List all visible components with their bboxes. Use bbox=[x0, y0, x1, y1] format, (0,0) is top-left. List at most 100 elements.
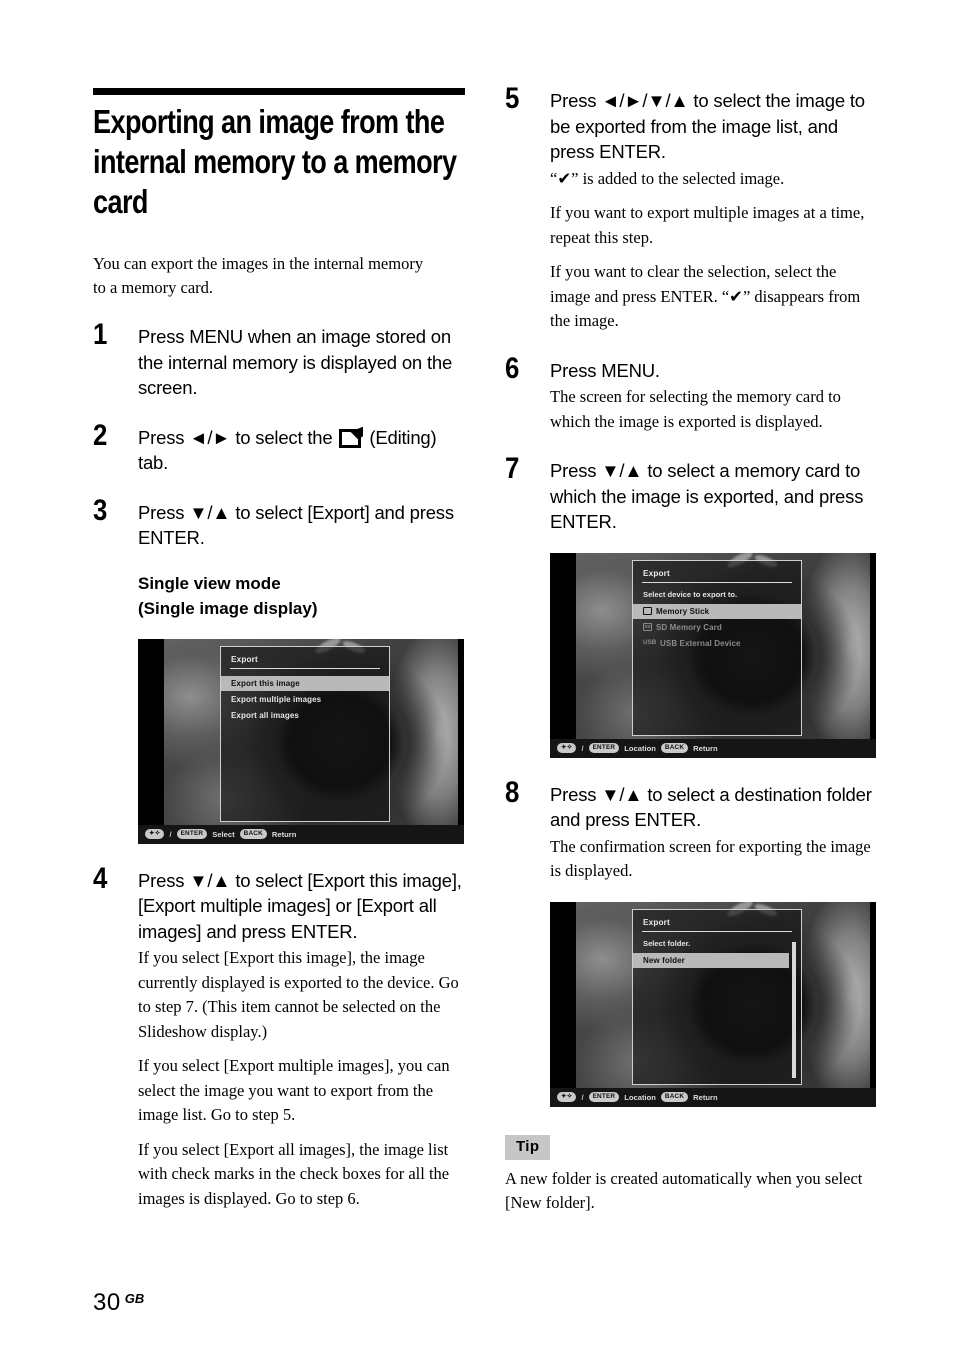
menu-title: Export bbox=[231, 654, 258, 664]
status-bar: ✦✧ / ENTER Location BACK Return bbox=[550, 738, 876, 758]
step-number: 6 bbox=[505, 351, 520, 385]
menu-item-export-multiple-images[interactable]: Export multiple images bbox=[221, 691, 389, 707]
step-heading: Press ◄/► to select the (Editing) tab. bbox=[138, 425, 465, 476]
updown-arrows-icon: ✦✧ bbox=[557, 1092, 577, 1102]
step-paragraph: The confirmation screen for exporting th… bbox=[550, 836, 871, 881]
back-action-label: Return bbox=[693, 743, 718, 753]
screenshot-select-folder: Export Select folder. New folder ✦✧ / EN… bbox=[550, 901, 876, 1107]
intro-paragraph: You can export the images in the interna… bbox=[93, 254, 424, 297]
page-locale: GB bbox=[124, 1291, 145, 1306]
step-heading: Press ▼/▲ to select a memory card to whi… bbox=[550, 460, 864, 532]
step-number: 7 bbox=[505, 452, 520, 485]
updown-arrows-icon: ✦✧ bbox=[145, 829, 165, 839]
step-paragraph: If you select [Export multiple images], … bbox=[138, 1056, 450, 1124]
menu-item-label: Memory Stick bbox=[656, 606, 710, 616]
enter-action-label: Location bbox=[624, 743, 656, 753]
step-paragraph: “✔” is added to the selected image. bbox=[550, 168, 785, 188]
status-bar: ✦✧ / ENTER Select BACK Return bbox=[138, 824, 464, 844]
export-menu-panel: Export Export this image Export multiple… bbox=[220, 645, 390, 822]
tip-label: Tip bbox=[505, 1134, 551, 1160]
memory-stick-icon bbox=[643, 607, 652, 616]
step-number: 2 bbox=[93, 418, 108, 452]
step-paragraph: If you want to clear the selection, sele… bbox=[550, 262, 861, 330]
back-action-label: Return bbox=[271, 829, 297, 839]
step-4: 4 Press ▼/▲ to select [Export this image… bbox=[93, 862, 465, 1212]
back-key-badge: BACK bbox=[660, 743, 689, 753]
step-2: 2 Press ◄/► to select the (Editing) tab. bbox=[93, 419, 465, 476]
menu-item-label: Export all images bbox=[231, 710, 299, 720]
right-column: 5 Press ◄/►/▼/▲ to select the image to b… bbox=[505, 82, 877, 1215]
screenshot-select-device: Export Select device to export to. Memor… bbox=[550, 552, 876, 758]
single-view-mode-subheading: Single view mode (Single image display) bbox=[138, 573, 318, 618]
step-6: 6 Press MENU. The screen for selecting t… bbox=[505, 352, 877, 435]
step-8: 8 Press ▼/▲ to select a destination fold… bbox=[505, 776, 877, 1107]
step-3: 3 Press ▼/▲ to select [Export] and press… bbox=[93, 494, 465, 844]
step-number: 1 bbox=[93, 318, 108, 351]
step-paragraph: The screen for selecting the memory card… bbox=[550, 387, 841, 431]
menu-item-label: SD Memory Card bbox=[656, 622, 722, 632]
updown-arrows-icon: ✦✧ bbox=[557, 743, 577, 753]
left-column: Exporting an image from the internal mem… bbox=[93, 88, 465, 1211]
enter-key-badge: ENTER bbox=[588, 1092, 620, 1102]
status-slash: / bbox=[581, 743, 584, 753]
page-title: Exporting an image from the internal mem… bbox=[93, 103, 457, 220]
step-7: 7 Press ▼/▲ to select a memory card to w… bbox=[505, 452, 877, 758]
step-heading: Press ◄/►/▼/▲ to select the image to be … bbox=[550, 90, 865, 162]
menu-item-usb-external-device[interactable]: USB USB External Device bbox=[633, 635, 801, 651]
menu-divider bbox=[642, 581, 792, 583]
back-key-badge: BACK bbox=[239, 829, 267, 839]
menu-item-label: Export multiple images bbox=[231, 694, 322, 704]
step-heading: Press MENU. bbox=[550, 359, 660, 381]
title-rule bbox=[93, 88, 465, 95]
status-slash: / bbox=[169, 829, 172, 839]
step-heading-part-a: Press ◄/► to select the bbox=[138, 426, 338, 448]
menu-caption: Select folder. bbox=[643, 938, 691, 948]
menu-item-new-folder[interactable]: New folder bbox=[633, 952, 789, 969]
step-number: 3 bbox=[93, 493, 108, 527]
step-5: 5 Press ◄/►/▼/▲ to select the image to b… bbox=[505, 82, 877, 334]
menu-item-export-all-images[interactable]: Export all images bbox=[221, 707, 389, 723]
screenshot-export-menu: Export Export this image Export multiple… bbox=[138, 638, 464, 844]
sd-card-icon: SD bbox=[643, 623, 652, 632]
editing-tab-icon bbox=[339, 426, 364, 448]
menu-divider bbox=[642, 930, 792, 932]
enter-action-label: Location bbox=[624, 1092, 656, 1102]
select-folder-panel: Export Select folder. New folder bbox=[632, 908, 802, 1085]
menu-caption: Select device to export to. bbox=[643, 589, 738, 599]
menu-title: Export bbox=[643, 568, 670, 578]
menu-item-label: New folder bbox=[643, 955, 685, 965]
step-number: 4 bbox=[93, 861, 108, 895]
step-paragraph: If you select [Export this image], the i… bbox=[138, 948, 459, 1041]
step-heading: Press ▼/▲ to select [Export this image],… bbox=[138, 869, 462, 942]
step-heading: Press ▼/▲ to select a destination folder… bbox=[550, 783, 872, 831]
enter-key-badge: ENTER bbox=[588, 743, 620, 753]
back-action-label: Return bbox=[693, 1092, 718, 1102]
vertical-scrollbar[interactable] bbox=[791, 941, 796, 1078]
step-heading: Press MENU when an image stored on the i… bbox=[138, 326, 453, 398]
page-footer: 30 GB bbox=[93, 1289, 144, 1317]
step-number: 8 bbox=[505, 775, 520, 809]
menu-item-label: Export this image bbox=[231, 678, 300, 688]
back-key-badge: BACK bbox=[660, 1092, 689, 1102]
menu-item-memory-stick[interactable]: Memory Stick bbox=[633, 603, 801, 620]
menu-item-export-this-image[interactable]: Export this image bbox=[221, 675, 389, 692]
tip-body: A new folder is created automatically wh… bbox=[505, 1168, 863, 1212]
tip-block: Tip A new folder is created automaticall… bbox=[505, 1134, 877, 1215]
status-slash: / bbox=[581, 1092, 584, 1102]
usb-icon: USB bbox=[643, 639, 657, 647]
enter-action-label: Select bbox=[212, 829, 235, 839]
step-number: 5 bbox=[505, 82, 520, 115]
select-device-panel: Export Select device to export to. Memor… bbox=[632, 559, 802, 736]
status-bar: ✦✧ / ENTER Location BACK Return bbox=[550, 1087, 876, 1107]
step-1: 1 Press MENU when an image stored on the… bbox=[93, 318, 465, 401]
menu-divider bbox=[230, 667, 380, 669]
menu-item-sd-memory-card[interactable]: SD SD Memory Card bbox=[633, 619, 801, 635]
step-heading: Press ▼/▲ to select [Export] and press E… bbox=[138, 501, 454, 549]
step-paragraph: If you want to export multiple images at… bbox=[550, 203, 865, 247]
manual-page: Exporting an image from the internal mem… bbox=[0, 0, 954, 1352]
enter-key-badge: ENTER bbox=[176, 829, 208, 839]
menu-item-label: USB External Device bbox=[660, 638, 741, 648]
menu-title: Export bbox=[643, 917, 670, 927]
step-paragraph: If you select [Export all images], the i… bbox=[138, 1139, 450, 1208]
page-number: 30 bbox=[93, 1289, 121, 1316]
